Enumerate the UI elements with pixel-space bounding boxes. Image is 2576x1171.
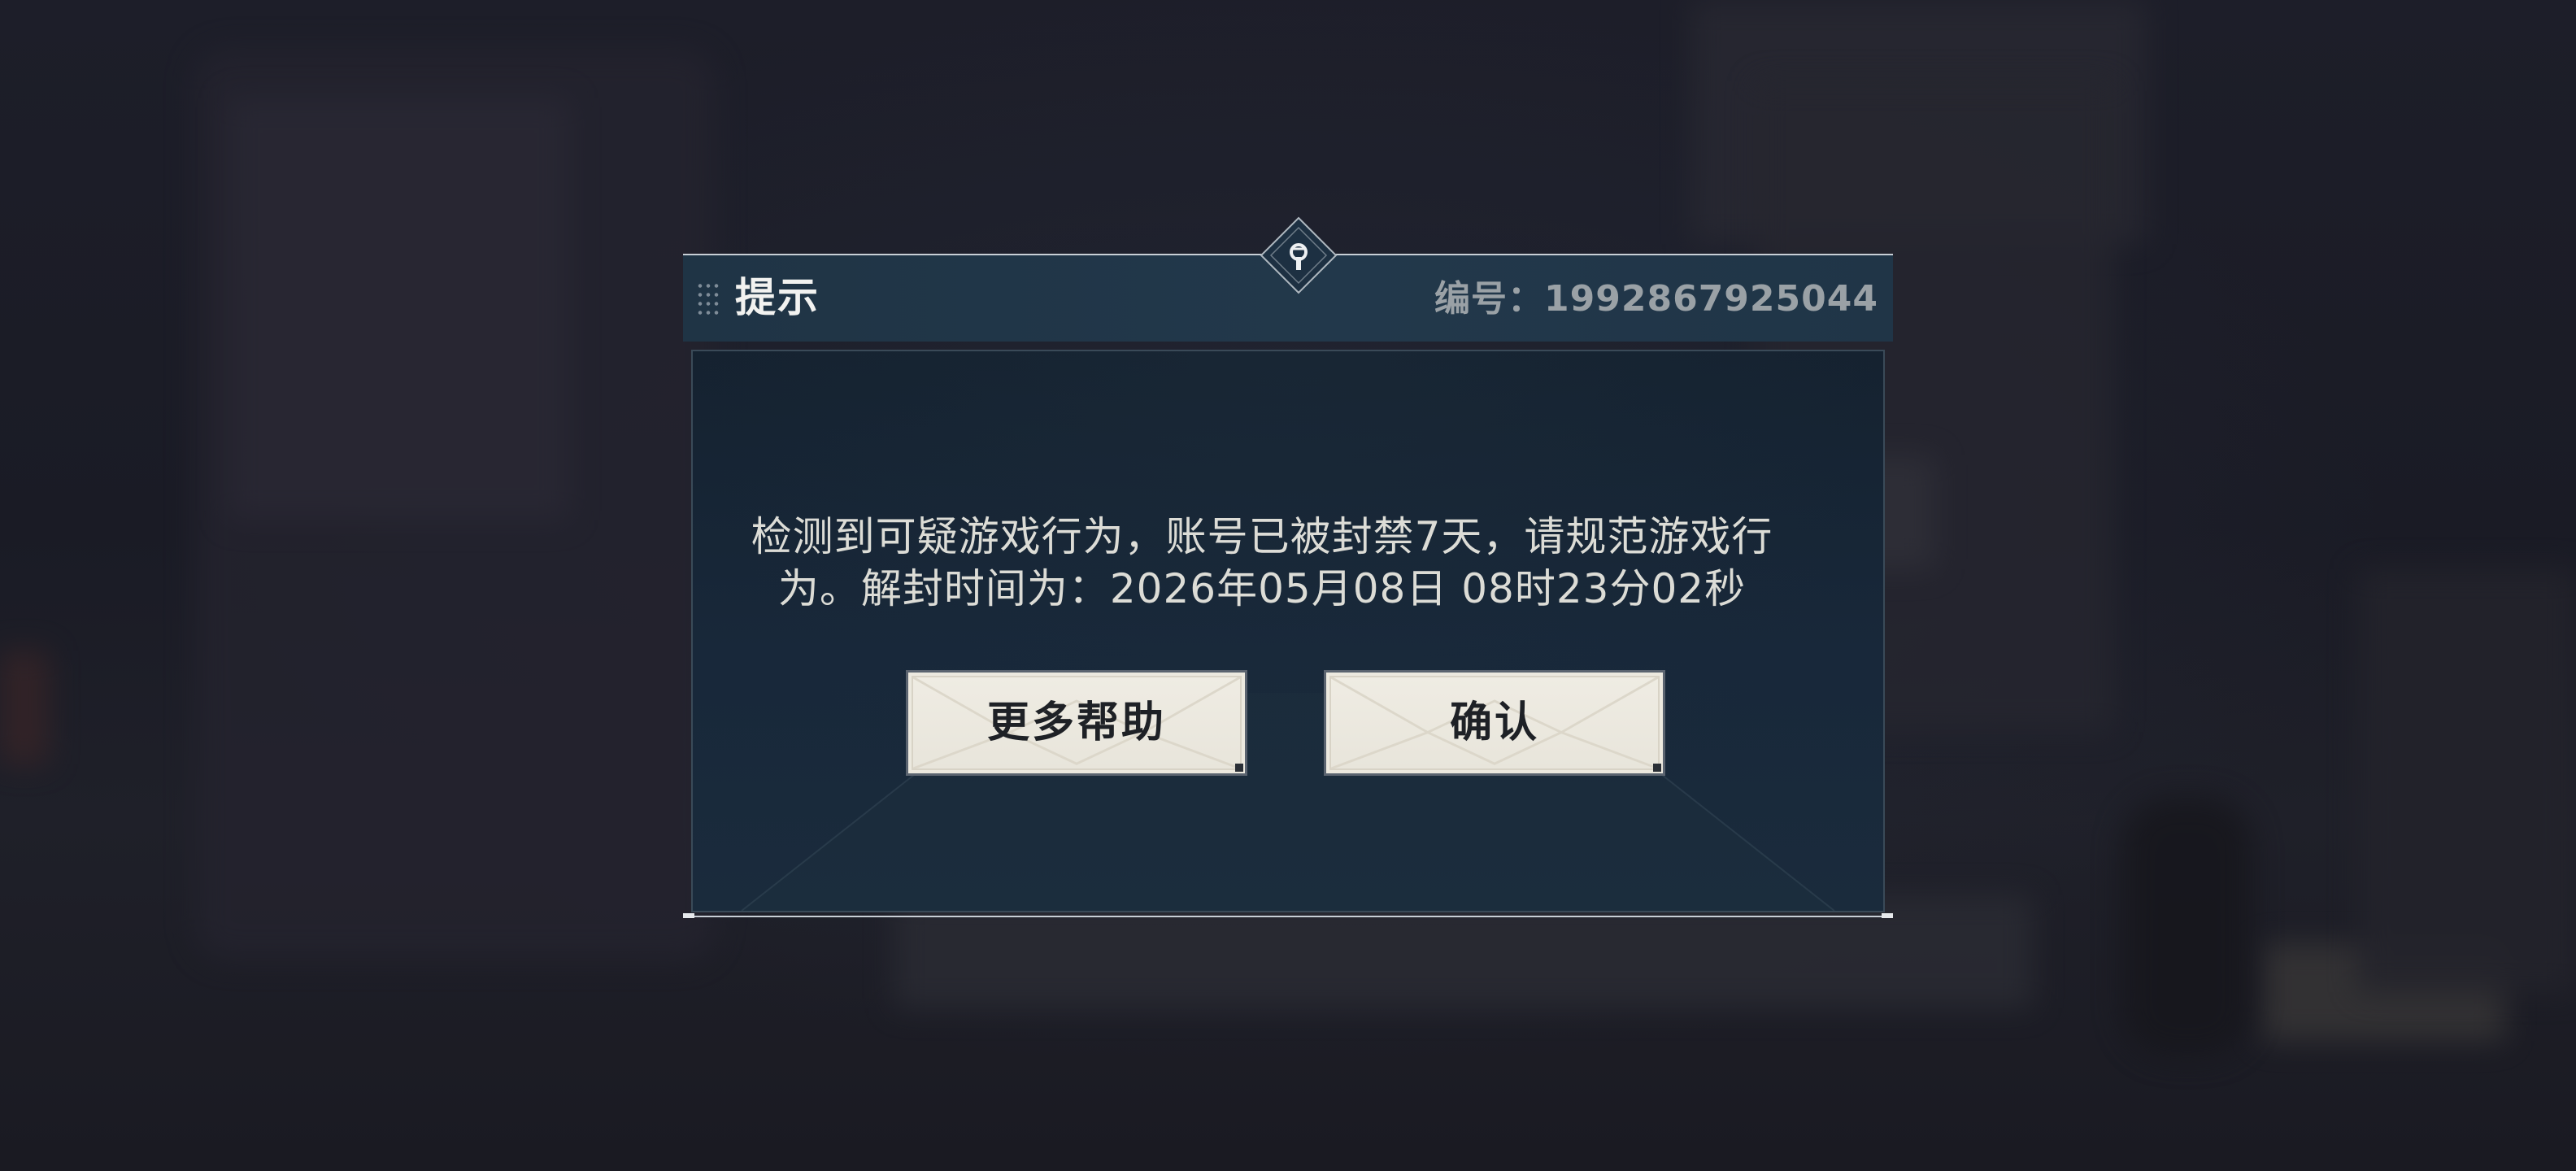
dialog-title: 提示 bbox=[735, 274, 820, 321]
button-corner-mark bbox=[1235, 764, 1243, 772]
background-structure-far-right bbox=[2358, 569, 2576, 992]
confirm-label: 确认 bbox=[1449, 699, 1539, 747]
button-corner-mark bbox=[1653, 764, 1661, 772]
account-id-label: 编号：1992867925044 bbox=[1434, 278, 1878, 320]
background-character-silhouette bbox=[2122, 797, 2252, 1057]
diamond-emblem-icon bbox=[1260, 216, 1338, 294]
ban-message: 检测到可疑游戏行为，账号已被封禁7天，请规范游戏行 为。解封时间为：2026年0… bbox=[716, 511, 1808, 615]
dialog-body bbox=[691, 350, 1885, 912]
more-help-label: 更多帮助 bbox=[986, 699, 1166, 747]
body-decoration bbox=[741, 692, 1835, 911]
background-light-left bbox=[228, 98, 569, 520]
more-help-button[interactable]: 更多帮助 bbox=[906, 670, 1247, 776]
drag-grip-icon bbox=[696, 281, 722, 317]
ban-message-line-1: 检测到可疑游戏行为，账号已被封禁7天，请规范游戏行 bbox=[751, 513, 1773, 560]
background-red-light bbox=[0, 651, 49, 764]
game-screen: 提示 编号：1992867925044 检测到可疑游戏行为，账号已被封禁7天，请… bbox=[0, 0, 2576, 1171]
confirm-button[interactable]: 确认 bbox=[1324, 670, 1665, 776]
corner-mark-right bbox=[1882, 913, 1893, 918]
corner-mark-left bbox=[683, 913, 694, 918]
ban-message-line-2: 为。解封时间为：2026年05月08日 08时23分02秒 bbox=[777, 565, 1747, 612]
dialog-bottom-border bbox=[683, 916, 1893, 917]
